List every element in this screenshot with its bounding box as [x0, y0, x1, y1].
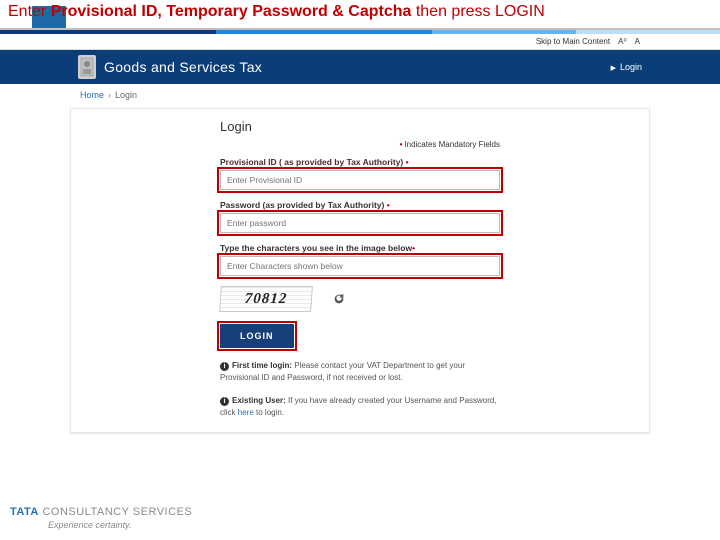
crumb-home[interactable]: Home: [80, 90, 104, 100]
login-panel: Login •Indicates Mandatory Fields Provis…: [70, 108, 650, 433]
info-icon: i: [220, 362, 229, 371]
first-time-bold: First time login:: [232, 361, 292, 370]
first-time-note: iFirst time login: Please contact your V…: [220, 360, 500, 383]
breadcrumb: Home › Login: [0, 84, 720, 106]
brand-title: Goods and Services Tax: [104, 59, 262, 75]
font-size-small[interactable]: A⁰: [618, 37, 627, 46]
password-label: Password (as provided by Tax Authority) …: [220, 200, 500, 210]
instruction-prefix: Enter: [8, 3, 51, 20]
existing-post: to login.: [254, 408, 284, 417]
tcs-cs: CONSULTANCY SERVICES: [39, 506, 192, 518]
mandatory-note: •Indicates Mandatory Fields: [220, 140, 500, 149]
captcha-highlight: [220, 256, 500, 286]
site-header: Goods and Services Tax Login: [0, 50, 720, 84]
password-input[interactable]: [220, 213, 500, 233]
instruction-suffix: then press LOGIN: [411, 3, 544, 20]
provisional-id-label: Provisional ID ( as provided by Tax Auth…: [220, 157, 500, 167]
crumb-sep: ›: [108, 90, 111, 100]
instruction-text: Enter Provisional ID, Temporary Password…: [8, 3, 545, 20]
login-button[interactable]: LOGIN: [220, 324, 294, 348]
utility-bar: Skip to Main Content A⁰ A: [0, 34, 720, 50]
existing-user-note: iExisting User: If you have already crea…: [220, 395, 500, 418]
skip-link[interactable]: Skip to Main Content: [536, 37, 610, 46]
instruction-bold: Provisional ID, Temporary Password & Cap…: [51, 3, 412, 20]
font-size-normal[interactable]: A: [635, 37, 640, 46]
header-login-link[interactable]: Login: [611, 62, 642, 72]
instruction-bar: Enter Provisional ID, Temporary Password…: [0, 0, 720, 30]
login-button-highlight: LOGIN: [220, 324, 294, 348]
info-icon: i: [220, 397, 229, 406]
footer-brand: TATA CONSULTANCY SERVICES Experience cer…: [10, 506, 192, 530]
captcha-label: Type the characters you see in the image…: [220, 243, 500, 253]
captcha-input[interactable]: [220, 256, 500, 276]
emblem-icon: [78, 55, 96, 79]
login-form: Login •Indicates Mandatory Fields Provis…: [220, 119, 500, 418]
mandatory-text: Indicates Mandatory Fields: [404, 140, 500, 149]
refresh-captcha-icon[interactable]: [332, 292, 346, 306]
existing-here-link[interactable]: here: [238, 408, 254, 417]
captcha-image: 70812: [219, 286, 313, 312]
tcs-tata: TATA: [10, 506, 39, 518]
tcs-logo: TATA CONSULTANCY SERVICES: [10, 506, 192, 518]
crumb-current: Login: [115, 90, 137, 100]
brand: Goods and Services Tax: [78, 55, 262, 79]
existing-bold: Existing User:: [232, 396, 286, 405]
provisional-id-highlight: [220, 170, 500, 200]
password-highlight: [220, 213, 500, 243]
captcha-row: 70812: [220, 286, 500, 312]
form-title: Login: [220, 119, 500, 134]
tcs-tagline: Experience certainty.: [48, 520, 192, 530]
provisional-id-input[interactable]: [220, 170, 500, 190]
